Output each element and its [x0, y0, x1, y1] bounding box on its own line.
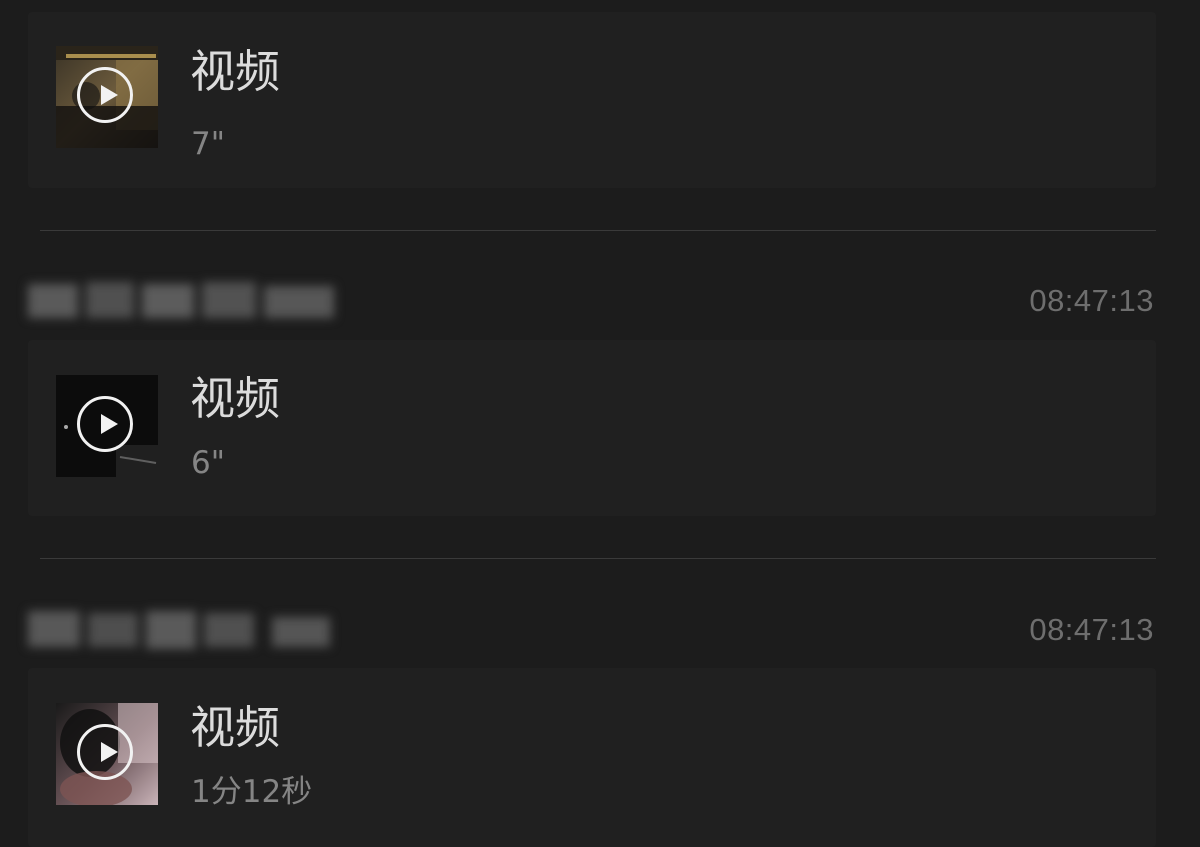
play-circle-icon[interactable] [77, 396, 133, 452]
video-message-card[interactable]: 视频 7" [28, 12, 1156, 188]
divider [40, 230, 1156, 231]
video-message-card[interactable]: 视频 6" [28, 340, 1156, 516]
message-type-label: 视频 [190, 372, 281, 425]
video-duration: 7" [191, 126, 225, 162]
video-duration: 6" [191, 445, 225, 481]
video-thumbnail[interactable] [56, 46, 158, 148]
video-thumbnail[interactable] [56, 703, 158, 805]
message-type-label: 视频 [190, 45, 281, 98]
blurred-sender-name [28, 282, 334, 318]
play-circle-icon[interactable] [77, 724, 133, 780]
message-timestamp: 08:47:13 [1029, 612, 1154, 647]
message-timestamp: 08:47:13 [1029, 283, 1154, 318]
message-type-label: 视频 [190, 701, 281, 754]
video-message-card[interactable]: 视频 1分12秒 [28, 668, 1156, 847]
blurred-sender-name [28, 611, 330, 649]
divider [40, 558, 1156, 559]
chat-history-screen: 视频 7" 08:47:13 视频 6" 08:47:13 视频 1分12秒 [0, 0, 1200, 847]
play-circle-icon[interactable] [77, 67, 133, 123]
video-duration: 1分12秒 [191, 774, 313, 810]
video-thumbnail[interactable] [56, 375, 158, 477]
